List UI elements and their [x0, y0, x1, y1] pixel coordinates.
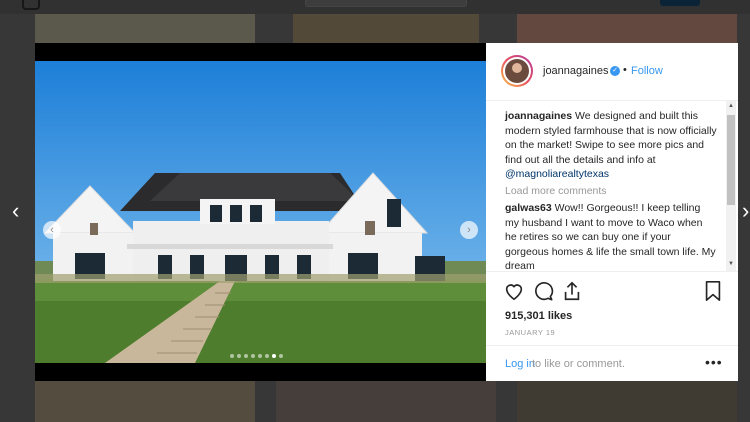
- carousel-dots: [230, 345, 286, 363]
- scroll-down-icon[interactable]: ▼: [728, 261, 734, 267]
- carousel-dot: [279, 354, 283, 358]
- caption-username[interactable]: joannagaines: [505, 110, 572, 122]
- caption: joannagaines We designed and built this …: [505, 109, 717, 182]
- post-photo[interactable]: ‹ ›: [35, 61, 486, 363]
- comments-list[interactable]: joannagaines We designed and built this …: [486, 101, 726, 271]
- scroll-up-icon[interactable]: ▲: [728, 103, 734, 109]
- verified-badge-icon: ✓: [610, 66, 620, 76]
- username-link[interactable]: joannagaines: [543, 65, 608, 77]
- carousel-dot: [244, 354, 248, 358]
- share-icon[interactable]: [561, 280, 583, 302]
- likes-count[interactable]: 915,301 likes: [505, 310, 572, 322]
- login-prompt-text: to like or comment.: [532, 358, 625, 370]
- load-more-comments-button[interactable]: Load more comments: [505, 185, 607, 197]
- follow-button[interactable]: Follow: [631, 65, 663, 77]
- carousel-dot: [258, 354, 262, 358]
- scrollbar-thumb[interactable]: [727, 115, 735, 205]
- carousel-dot: [230, 354, 234, 358]
- carousel-prev-chevron-left-icon[interactable]: ‹: [43, 221, 61, 239]
- prev-post-chevron-left-icon[interactable]: ‹: [12, 200, 19, 222]
- post-sidebar: joannagaines ✓ • Follow joannagaines We …: [486, 43, 738, 381]
- comment-username[interactable]: galwas63: [505, 202, 552, 214]
- next-post-chevron-right-icon[interactable]: ›: [742, 200, 749, 222]
- carousel-next-chevron-right-icon[interactable]: ›: [460, 221, 478, 239]
- heart-icon[interactable]: [503, 280, 525, 302]
- post-header: joannagaines ✓ • Follow: [486, 43, 738, 101]
- comments-scrollbar[interactable]: ▲ ▼: [726, 101, 736, 271]
- mention-link[interactable]: @magnoliarealtytexas: [505, 168, 609, 180]
- carousel-dot: [237, 354, 241, 358]
- login-row: Log in to like or comment. •••: [486, 345, 738, 383]
- carousel-dot-active: [272, 354, 276, 358]
- comment-icon[interactable]: [532, 280, 554, 302]
- separator-dot: •: [623, 64, 627, 76]
- comment: galwas63 Wow!! Gorgeous!! I keep telling…: [505, 201, 717, 271]
- post-modal: ‹ › joannagaines ✓ • Follow joannagaines…: [35, 43, 738, 381]
- avatar[interactable]: [501, 55, 533, 87]
- carousel-dot: [265, 354, 269, 358]
- more-options-icon[interactable]: •••: [705, 354, 723, 370]
- post-date[interactable]: JANUARY 19: [505, 328, 555, 337]
- carousel-dot: [251, 354, 255, 358]
- post-actions: 915,301 likes JANUARY 19 Log in to like …: [486, 271, 738, 382]
- bookmark-icon[interactable]: [702, 280, 724, 302]
- login-link[interactable]: Log in: [505, 358, 535, 370]
- farmhouse-photo: [35, 61, 486, 363]
